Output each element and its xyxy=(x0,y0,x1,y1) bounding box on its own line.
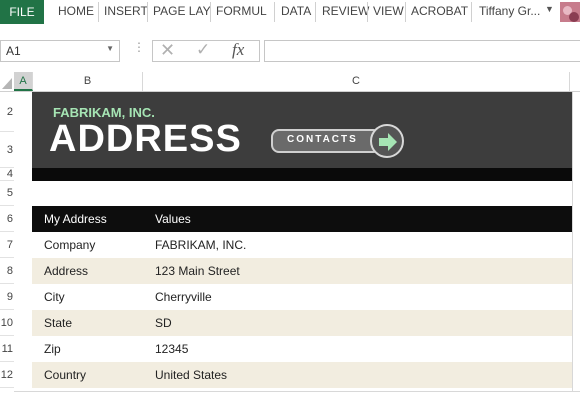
tab-acrobat[interactable]: ACROBAT xyxy=(411,0,468,24)
header-values[interactable]: Values xyxy=(155,206,191,232)
contacts-button-label: CONTACTS xyxy=(287,134,358,145)
row-header-11[interactable]: 11 xyxy=(0,336,14,362)
table-header: My Address Values xyxy=(32,206,572,232)
row-value[interactable]: Cherryville xyxy=(155,284,212,310)
column-header-b[interactable]: B xyxy=(33,72,143,91)
row-label[interactable]: Country xyxy=(44,362,86,388)
arrow-right-icon[interactable] xyxy=(370,124,404,158)
tab-data[interactable]: DATA xyxy=(281,0,311,24)
tab-page-layout[interactable]: PAGE LAY xyxy=(153,0,211,24)
row-header-7[interactable]: 7 xyxy=(0,232,14,258)
table-row: Country United States xyxy=(32,362,572,388)
row-header-6[interactable]: 6 xyxy=(0,206,14,232)
row-value[interactable]: United States xyxy=(155,362,227,388)
tab-view[interactable]: VIEW xyxy=(373,0,404,24)
column-header-c[interactable]: C xyxy=(143,72,570,91)
avatar[interactable] xyxy=(560,2,580,22)
column-header-a[interactable]: A xyxy=(14,72,33,91)
table-row: Zip 12345 xyxy=(32,336,572,362)
row-header-5[interactable]: 5 xyxy=(0,181,14,206)
sheet-bottom-gridline xyxy=(14,391,580,392)
chevron-down-icon[interactable]: ▼ xyxy=(545,4,554,14)
drag-handle-icon[interactable]: ⋮ xyxy=(133,41,145,53)
row-label[interactable]: City xyxy=(44,284,65,310)
row-header-9[interactable]: 9 xyxy=(0,284,14,310)
row-header-2[interactable]: 2 xyxy=(0,92,14,132)
page-title: ADDRESS xyxy=(49,118,242,160)
formula-bar: A1 ▼ ⋮ ✕ ✓ fx xyxy=(0,24,580,72)
address-banner: FABRIKAM, INC. ADDRESS CONTACTS xyxy=(32,92,572,168)
select-all-corner[interactable] xyxy=(0,72,14,91)
row-header-3[interactable]: 3 xyxy=(0,132,14,168)
name-box-value: A1 xyxy=(6,44,21,58)
row-label[interactable]: State xyxy=(44,310,72,336)
name-box[interactable]: A1 ▼ xyxy=(0,40,120,62)
column-headers: A B C xyxy=(0,72,580,92)
row-header-12[interactable]: 12 xyxy=(0,362,14,388)
row-value[interactable]: 12345 xyxy=(155,336,188,362)
row-value[interactable]: 123 Main Street xyxy=(155,258,240,284)
chevron-down-icon[interactable]: ▼ xyxy=(106,44,114,53)
row-label[interactable]: Company xyxy=(44,232,95,258)
sheet-right-edge xyxy=(572,92,580,392)
user-name[interactable]: Tiffany Gr... xyxy=(479,0,540,24)
table-row: City Cherryville xyxy=(32,284,572,310)
row-value[interactable]: SD xyxy=(155,310,172,336)
ribbon-tabs: FILE HOME INSERT PAGE LAY FORMUL DATA RE… xyxy=(0,0,580,25)
banner-divider xyxy=(32,168,572,181)
cancel-icon[interactable]: ✕ xyxy=(160,40,175,61)
file-tab[interactable]: FILE xyxy=(0,0,44,24)
contacts-button[interactable]: CONTACTS xyxy=(271,129,381,153)
row-label[interactable]: Address xyxy=(44,258,88,284)
table-row: Address 123 Main Street xyxy=(32,258,572,284)
tab-home[interactable]: HOME xyxy=(58,0,94,24)
row-header-10[interactable]: 10 xyxy=(0,310,14,336)
check-icon[interactable]: ✓ xyxy=(196,40,210,60)
insert-function-icon[interactable]: fx xyxy=(232,40,244,60)
row-label[interactable]: Zip xyxy=(44,336,61,362)
formula-input[interactable] xyxy=(264,40,580,62)
row-header-8[interactable]: 8 xyxy=(0,258,14,284)
table-row: State SD xyxy=(32,310,572,336)
row-value[interactable]: FABRIKAM, INC. xyxy=(155,232,246,258)
table-row: Company FABRIKAM, INC. xyxy=(32,232,572,258)
tab-review[interactable]: REVIEW xyxy=(322,0,369,24)
row-header-4[interactable]: 4 xyxy=(0,168,14,181)
tab-insert[interactable]: INSERT xyxy=(104,0,148,24)
header-my-address[interactable]: My Address xyxy=(44,206,107,232)
tab-formulas[interactable]: FORMUL xyxy=(216,0,267,24)
